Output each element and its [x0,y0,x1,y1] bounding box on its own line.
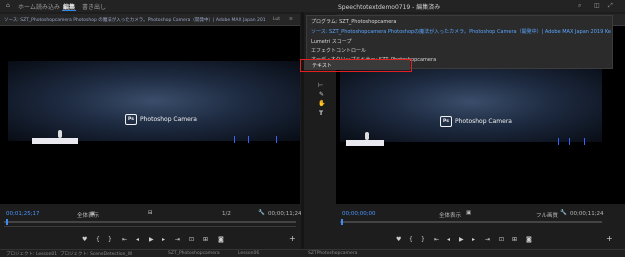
program-time-bar: 00;00;00;00 全体表示 ▣ フル画質 🔧 00;00;11;24 [336,209,625,219]
stage-screen [8,61,300,141]
menu-item-program[interactable]: プログラム: SZT_Photoshopcamera [311,18,396,25]
tab-sequence-photoshopcamera[interactable]: SZT_Photoshopcamera [168,251,220,256]
presenter-figure [365,132,369,140]
photoshop-camera-logo: Ps Photoshop Camera [125,114,197,125]
menu-item-source[interactable]: ソース: SZT_Photoshopcamera Photoshopの魔法が入っ… [311,28,611,35]
active-tab-indicator [62,10,76,11]
step-forward-icon[interactable]: ▸ [472,236,475,243]
panel-divider[interactable] [301,12,304,249]
logo-text: Photoshop Camera [140,116,197,123]
fullscreen-icon[interactable]: ⤢ [608,2,613,10]
settings-icon[interactable]: ▣ [90,211,95,217]
stage-light [248,136,249,143]
mark-in-icon[interactable]: { [96,236,100,243]
panel-menu-icon[interactable]: ≡ [289,17,293,22]
insert-button-icon[interactable]: ⊡ [189,236,194,243]
play-icon[interactable]: ▶ [459,236,464,243]
settings-icon[interactable]: ▣ [466,210,471,216]
ps-logo-icon: Ps [125,114,137,125]
go-to-in-icon[interactable]: ⇤ [122,236,127,243]
tab-project-lesson01[interactable]: プロジェクト: Lesson01 [6,251,57,257]
source-duration: 00;00;11;24 [268,211,302,217]
pen-tool-icon[interactable]: ✎ [319,91,324,98]
window-title: Speechtotextdemo0719 - 編集済み [338,4,441,11]
camera-icon[interactable]: ◙ [218,236,224,243]
source-video-frame: Ps Photoshop Camera [0,26,300,204]
mark-out-icon[interactable]: } [108,236,112,243]
step-forward-icon[interactable]: ▸ [162,236,165,243]
lut-label[interactable]: Lut [273,17,280,22]
stage-table [346,140,384,146]
source-panel-title[interactable]: ソース: SZT_Photoshopcamera Photoshop の魔法が入… [4,17,266,23]
workspace-tab-import[interactable]: 読み込み [36,2,60,11]
stage-light [584,138,585,145]
logo-text: Photoshop Camera [455,118,512,125]
workspace-bar: ⌂ ホーム 読み込み 編集 書き出し Speechtotextdemo0719 … [0,0,625,12]
source-zoom-bar[interactable] [4,226,296,227]
workspace-tab-home[interactable]: ホーム [18,2,36,11]
source-playhead[interactable] [6,219,8,225]
menu-item-effect-controls[interactable]: エフェクトコントロール [311,47,366,54]
presenter-figure [58,130,62,138]
stage-light [234,136,235,143]
search-icon[interactable]: ⌕ [578,2,581,10]
add-button-icon[interactable]: + [606,234,613,243]
stage-light [276,136,277,143]
stage-light [558,138,559,145]
marker-icon[interactable]: ♥ [396,236,401,243]
lift-icon[interactable]: ⊡ [499,236,504,243]
marker-icon[interactable]: ♥ [82,236,87,243]
source-timecode[interactable]: 00;01;25;17 [6,211,40,217]
stage-table [32,138,78,144]
program-fit-dropdown[interactable]: 全体表示 [439,211,461,219]
stage-screen [340,62,602,142]
hand-tool-icon[interactable]: ✋ [318,100,325,107]
source-fit-dropdown[interactable]: 全体表示 [77,211,99,219]
go-to-in-icon[interactable]: ⇤ [434,236,439,243]
quality-dropdown[interactable]: フル画質 [536,211,558,219]
program-playhead[interactable] [341,219,343,225]
step-back-icon[interactable]: ◂ [447,236,450,243]
notifications-icon[interactable]: ◫ [594,2,600,9]
workspace-tab-export[interactable]: 書き出し [82,2,106,11]
program-timecode[interactable]: 00;00;00;00 [342,211,376,217]
go-to-out-icon[interactable]: ⇥ [175,236,180,243]
type-tool-icon[interactable]: T [319,110,323,117]
source-transport: ♥ { } ⇤ ◂ ▶ ▸ ⇥ ⊡ ⊞ ◙ [82,236,242,244]
tab-sequence-lesson06[interactable]: Lesson06 [238,251,259,256]
tab-sequence-sztphotoshopcamera[interactable]: SZTPhotoshopcamera [308,251,357,256]
photoshop-camera-logo: Ps Photoshop Camera [440,116,512,127]
mark-out-icon[interactable]: } [421,236,425,243]
mark-in-icon[interactable]: { [409,236,413,243]
slip-tool-icon[interactable]: ⊢ [318,82,323,89]
program-transport: ♥ { } ⇤ ◂ ▶ ▸ ⇥ ⊡ ⊞ ◙ [396,236,566,244]
highlight-box [300,59,412,72]
tab-project-scenedetection[interactable]: プロジェクト: SceneDetection_W [60,251,132,257]
camera-icon[interactable]: ◙ [526,236,532,243]
add-button-icon[interactable]: + [289,234,296,243]
program-scrubber[interactable] [340,221,602,223]
step-back-icon[interactable]: ◂ [136,236,139,243]
menu-item-lumetri-scopes[interactable]: Lumetri スコープ [311,38,352,45]
stage-light [569,138,570,145]
wrench-icon[interactable]: 🔧 [258,210,265,216]
insert-icon[interactable]: ⊟ [148,210,153,216]
source-ratio-dropdown[interactable]: 1/2 [222,211,231,217]
ps-logo-icon: Ps [440,116,452,127]
source-scrubber[interactable] [4,221,296,223]
go-to-out-icon[interactable]: ⇥ [485,236,490,243]
overwrite-icon[interactable]: ⊞ [203,236,208,243]
source-time-bar: 00;01;25;17 全体表示 ▣ ⊟ 1/2 🔧 00;00;11;24 [0,209,302,219]
program-duration: 00;00;11;24 [570,211,604,217]
play-icon[interactable]: ▶ [149,236,154,243]
wrench-icon[interactable]: 🔧 [560,210,567,216]
home-icon[interactable]: ⌂ [6,2,10,9]
extract-icon[interactable]: ⊞ [512,236,517,243]
source-panel-header[interactable]: ソース: SZT_Photoshopcamera Photoshop の魔法が入… [0,14,300,26]
